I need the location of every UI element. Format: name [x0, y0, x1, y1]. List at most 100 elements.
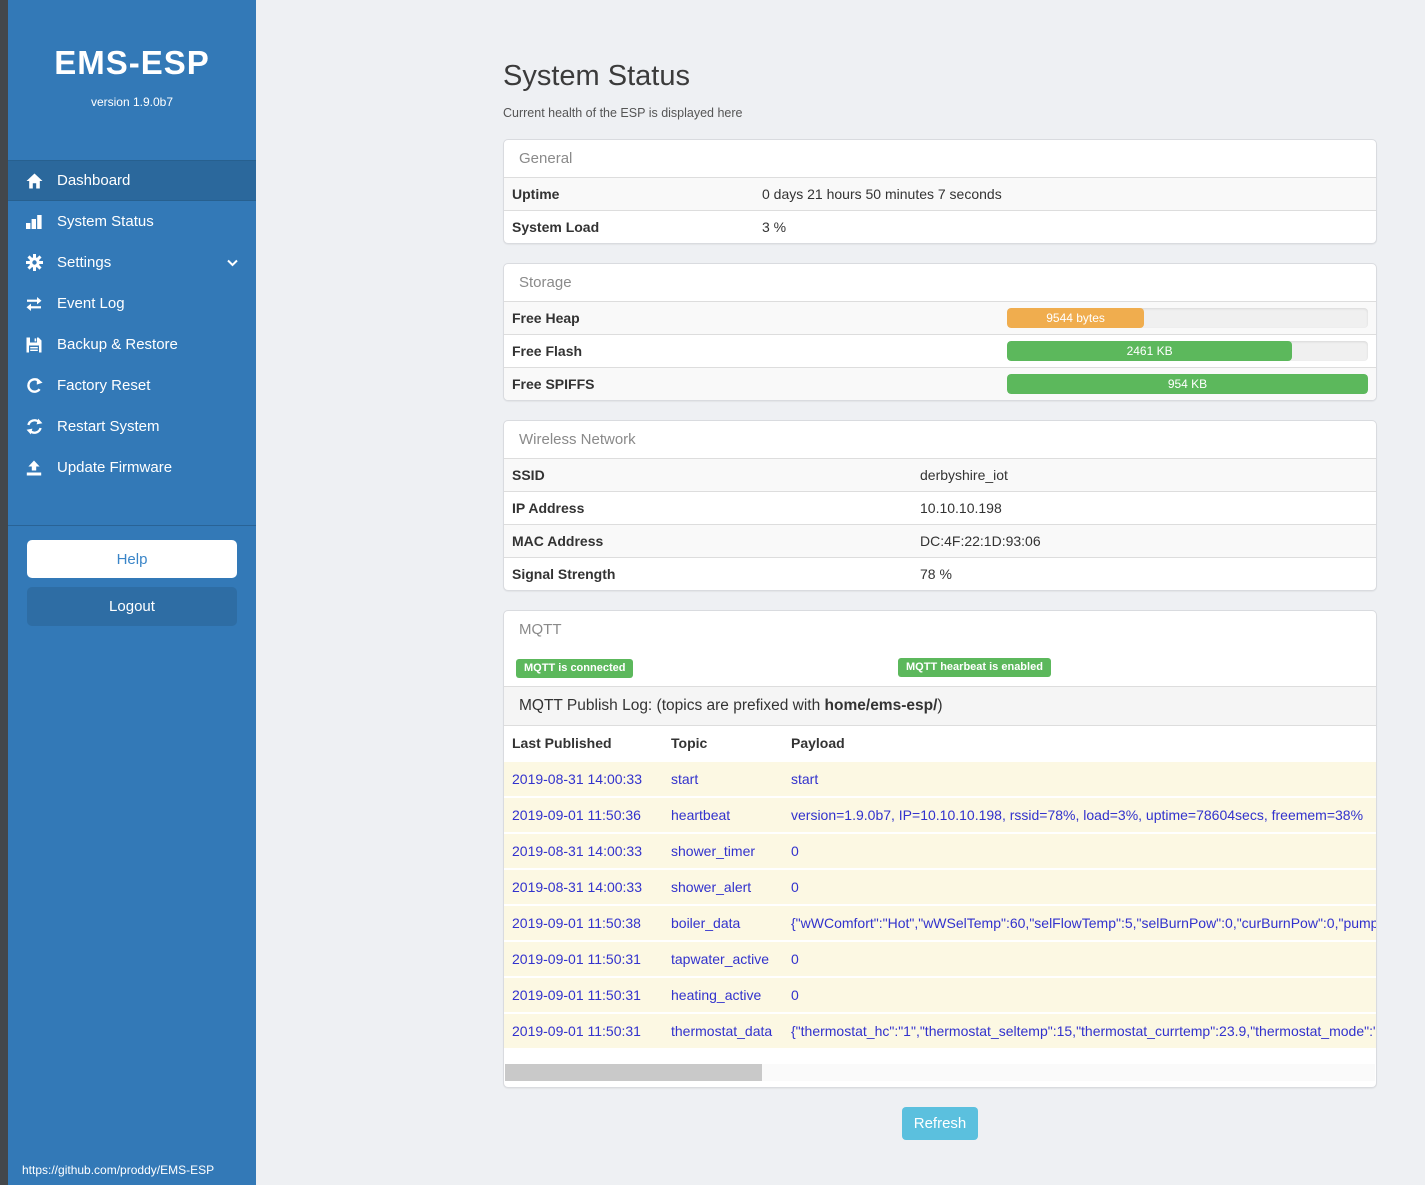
sidebar-item-label: Event Log	[57, 295, 125, 312]
scrollbar-thumb[interactable]	[505, 1064, 762, 1081]
signal-strength-label: Signal Strength	[504, 558, 912, 590]
free-spiffs-bar: 954 KB	[1007, 374, 1368, 394]
home-icon	[22, 173, 46, 189]
mac-address-value: DC:4F:22:1D:93:06	[912, 525, 1049, 557]
cell-time: 2019-08-31 14:00:33	[504, 761, 663, 797]
sidebar-item-restart-system[interactable]: Restart System	[8, 406, 256, 447]
sidebar-nav: Dashboard System Status	[8, 160, 256, 488]
panel-heading-wireless: Wireless Network	[504, 421, 1376, 458]
app-title: EMS-ESP	[8, 44, 256, 82]
publish-log-prefix: MQTT Publish Log: (topics are prefixed w…	[519, 697, 825, 714]
sidebar-item-settings[interactable]: Settings	[8, 242, 256, 283]
help-button[interactable]: Help	[27, 540, 237, 578]
logout-button[interactable]: Logout	[27, 587, 237, 626]
sidebar-item-label: Dashboard	[57, 172, 130, 189]
main-content: System Status Current health of the ESP …	[503, 0, 1377, 1140]
cell-time: 2019-09-01 11:50:38	[504, 905, 663, 941]
ip-address-label: IP Address	[504, 492, 912, 524]
sidebar: EMS-ESP version 1.9.0b7 Dashboard System…	[8, 0, 256, 1185]
undo-icon	[22, 377, 46, 394]
github-link[interactable]: https://github.com/proddy/EMS-ESP	[22, 1163, 214, 1177]
sidebar-item-label: Update Firmware	[57, 459, 172, 476]
table-row: 2019-08-31 14:00:33 start start	[504, 761, 1376, 797]
table-row: SSID derbyshire_iot	[504, 458, 1376, 491]
page-title: System Status	[503, 60, 1377, 93]
mqtt-publish-log-title: MQTT Publish Log: (topics are prefixed w…	[504, 686, 1376, 726]
cell-payload: 0	[783, 869, 1376, 905]
cell-topic: shower_timer	[663, 833, 783, 869]
table-row: System Load 3 %	[504, 210, 1376, 243]
mqtt-connected-badge: MQTT is connected	[516, 659, 633, 678]
cell-topic: tapwater_active	[663, 941, 783, 977]
cell-payload: start	[783, 761, 1376, 797]
table-row: 2019-09-01 11:50:31 heating_active 0	[504, 977, 1376, 1013]
page-subtitle: Current health of the ESP is displayed h…	[503, 106, 1377, 120]
ip-address-value: 10.10.10.198	[912, 492, 1010, 524]
table-header-row: Last Published Topic Payload	[504, 726, 1376, 761]
sidebar-item-dashboard[interactable]: Dashboard	[8, 160, 256, 201]
publish-log-topic-prefix: home/ems-esp/	[825, 697, 938, 714]
table-row: Free SPIFFS 954 KB	[504, 367, 1376, 400]
progress-track: 2461 KB	[1007, 341, 1368, 361]
chevron-down-icon	[227, 259, 238, 267]
cell-time: 2019-08-31 14:00:33	[504, 833, 663, 869]
table-row: MAC Address DC:4F:22:1D:93:06	[504, 524, 1376, 557]
panel-heading-general: General	[504, 140, 1376, 177]
refresh-button[interactable]: Refresh	[902, 1107, 978, 1140]
panel-general: General Uptime 0 days 21 hours 50 minute…	[503, 139, 1377, 244]
sidebar-item-backup-restore[interactable]: Backup & Restore	[8, 324, 256, 365]
sidebar-item-factory-reset[interactable]: Factory Reset	[8, 365, 256, 406]
free-spiffs-label: Free SPIFFS	[504, 368, 1007, 400]
table-row: 2019-09-01 11:50:38 boiler_data {"wWComf…	[504, 905, 1376, 941]
cell-payload: 0	[783, 977, 1376, 1013]
table-row: 2019-08-31 14:00:33 shower_timer 0	[504, 833, 1376, 869]
cell-payload: 0	[783, 833, 1376, 869]
chart-icon	[22, 214, 46, 229]
cell-time: 2019-09-01 11:50:31	[504, 941, 663, 977]
table-row: 2019-09-01 11:50:31 tapwater_active 0	[504, 941, 1376, 977]
uptime-value: 0 days 21 hours 50 minutes 7 seconds	[754, 178, 1010, 210]
horizontal-scrollbar[interactable]	[505, 1064, 1375, 1081]
free-heap-progress: 9544 bytes	[1007, 302, 1376, 334]
mqtt-log-table: Last Published Topic Payload 2019-08-31 …	[504, 726, 1376, 1048]
exchange-icon	[22, 296, 46, 312]
cell-topic: boiler_data	[663, 905, 783, 941]
table-row: 2019-09-01 11:50:36 heartbeat version=1.…	[504, 797, 1376, 833]
table-row: IP Address 10.10.10.198	[504, 491, 1376, 524]
panel-wireless-network: Wireless Network SSID derbyshire_iot IP …	[503, 420, 1377, 591]
sidebar-item-update-firmware[interactable]: Update Firmware	[8, 447, 256, 488]
cell-time: 2019-08-31 14:00:33	[504, 869, 663, 905]
cell-payload: {"thermostat_hc":"1","thermostat_seltemp…	[783, 1013, 1376, 1048]
free-flash-progress: 2461 KB	[1007, 335, 1376, 367]
app-version: version 1.9.0b7	[8, 95, 256, 109]
signal-strength-value: 78 %	[912, 558, 960, 590]
cell-payload: version=1.9.0b7, IP=10.10.10.198, rssid=…	[783, 797, 1376, 833]
window-edge-strip	[0, 0, 8, 1185]
sidebar-item-label: Settings	[57, 254, 111, 271]
mac-address-label: MAC Address	[504, 525, 912, 557]
sidebar-item-label: Factory Reset	[57, 377, 150, 394]
sidebar-item-system-status[interactable]: System Status	[8, 201, 256, 242]
free-heap-bar: 9544 bytes	[1007, 308, 1144, 328]
brand: EMS-ESP version 1.9.0b7	[8, 0, 256, 109]
cell-time: 2019-09-01 11:50:31	[504, 977, 663, 1013]
sidebar-divider	[8, 525, 256, 526]
spacer	[504, 1048, 1376, 1064]
table-row: Uptime 0 days 21 hours 50 minutes 7 seco…	[504, 177, 1376, 210]
table-row: 2019-08-31 14:00:33 shower_alert 0	[504, 869, 1376, 905]
cell-time: 2019-09-01 11:50:31	[504, 1013, 663, 1048]
progress-track: 954 KB	[1007, 374, 1368, 394]
mqtt-badges-row: MQTT is connected MQTT hearbeat is enabl…	[504, 648, 1376, 686]
cell-payload: 0	[783, 941, 1376, 977]
cell-topic: thermostat_data	[663, 1013, 783, 1048]
gear-icon	[22, 254, 46, 271]
progress-track: 9544 bytes	[1007, 308, 1368, 328]
mqtt-heartbeat-badge: MQTT hearbeat is enabled	[898, 658, 1051, 677]
uptime-label: Uptime	[504, 178, 754, 210]
column-topic: Topic	[663, 726, 783, 761]
table-row: Free Flash 2461 KB	[504, 334, 1376, 367]
free-heap-label: Free Heap	[504, 302, 1007, 334]
sidebar-item-event-log[interactable]: Event Log	[8, 283, 256, 324]
panel-heading-storage: Storage	[504, 264, 1376, 301]
cell-payload: {"wWComfort":"Hot","wWSelTemp":60,"selFl…	[783, 905, 1376, 941]
